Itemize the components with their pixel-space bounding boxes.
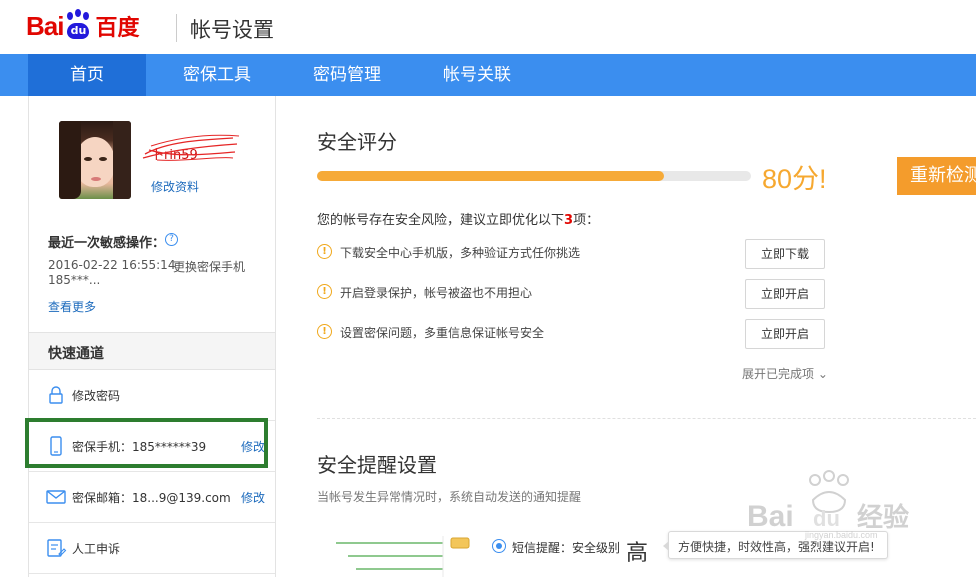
risk-item-security-question: ! 设置密保问题，多重信息保证帐号安全 立即开启 [317,319,837,349]
security-progress-bar [317,171,751,181]
logo-text-baidu-cn: 百度 [95,15,140,40]
quick-item-label: 密保邮箱：18...9@139.com [72,491,231,505]
edit-email-link[interactable]: 修改 [241,489,265,506]
risk-item-text: 下载安全中心手机版，多种验证方式任你挑选 [340,246,581,260]
quick-item-label: 修改密码 [72,389,121,403]
document-edit-icon [47,539,67,557]
redaction-scribble [142,134,240,161]
risk-item-text: 开启登录保护，帐号被盗也不用担心 [340,286,533,300]
warning-icon: ! [317,324,332,339]
avatar[interactable] [59,121,131,199]
sms-reminder-radio[interactable] [492,539,506,553]
chevron-down-icon: ⌄ [817,367,828,381]
security-level-value: 高 [626,541,649,566]
sidebar: 卜rin59 修改资料 最近一次敏感操作： ? 2016-02-22 16:55… [28,96,276,577]
header-separator [176,14,177,42]
tab-account-link[interactable]: 帐号关联 [418,54,536,96]
edit-profile-link[interactable]: 修改资料 [151,178,199,195]
help-icon[interactable]: ? [165,233,178,246]
baidu-logo[interactable]: Bai du 百度 [26,8,139,44]
recent-op-time: 2016-02-22 16:55:14 [48,258,176,272]
reminder-lines-graphic [336,536,470,577]
enable-security-question-button[interactable]: 立即开启 [745,319,825,349]
quick-access-title: 快速通道 [48,346,104,362]
risk-item-login-protect: ! 开启登录保护，帐号被盗也不用担心 立即开启 [317,279,837,309]
enable-login-protect-button[interactable]: 立即开启 [745,279,825,309]
security-progress-fill [317,171,665,181]
header: Bai du 百度 帐号设置 [0,0,976,54]
download-now-button[interactable]: 立即下载 [745,239,825,269]
quick-item-email: 密保邮箱：18...9@139.com 修改 [29,472,275,523]
recent-op-action: 更换密保手机 [173,260,246,274]
risk-count: 3 [564,213,574,228]
warning-icon: ! [317,284,332,299]
tab-password[interactable]: 密码管理 [288,54,406,96]
quick-item-label: 人工申诉 [72,542,121,556]
security-score-title: 安全评分 [317,130,397,154]
baidu-jingyan-watermark: Bai du 经验 jingyan.baidu.com [747,470,909,540]
paw-icon: du [64,9,92,40]
risk-item-text: 设置密保问题，多重信息保证帐号安全 [340,326,545,340]
risk-summary: 您的帐号存在安全风险，建议立即优化以下3项： [317,213,600,228]
quick-access-header: 快速通道 [29,332,275,370]
main-nav: 首页 密保工具 密码管理 帐号关联 [0,54,976,96]
svg-text:经验: 经验 [857,502,909,532]
section-divider [317,418,976,419]
sms-tooltip-text: 方便快捷，时效性高，强烈建议开启! [678,540,875,554]
quick-item-change-password[interactable]: 修改密码 [29,370,275,421]
recheck-button[interactable]: 重新检测 [897,157,976,195]
svg-text:du: du [813,506,840,531]
svg-text:jingyan.baidu.com: jingyan.baidu.com [804,530,878,540]
security-score-value: 80分! [762,164,827,194]
svg-text:Bai: Bai [747,500,794,533]
tab-home[interactable]: 首页 [28,54,146,96]
quick-item-appeal[interactable]: 人工申诉 [29,523,275,574]
reminder-settings-subtitle: 当帐号发生异常情况时，系统自动发送的通知提醒 [317,490,582,504]
page-title: 帐号设置 [190,18,274,42]
risk-item-download: ! 下载安全中心手机版，多种验证方式任你挑选 立即下载 [317,239,837,269]
recent-op-phone: 185***... [48,273,101,287]
expand-completed-link[interactable]: 展开已完成项 ⌄ [742,365,828,382]
tab-security-tools[interactable]: 密保工具 [158,54,276,96]
logo-text-bai: Bai [26,10,64,41]
see-more-link[interactable]: 查看更多 [48,298,96,315]
mail-icon [46,490,66,504]
highlight-box [25,418,268,468]
sms-reminder-label: 短信提醒：安全级别 [512,541,621,555]
recent-op-label: 最近一次敏感操作： [48,236,166,251]
lock-icon [49,386,63,404]
warning-icon: ! [317,244,332,259]
reminder-settings-title: 安全提醒设置 [317,453,437,477]
